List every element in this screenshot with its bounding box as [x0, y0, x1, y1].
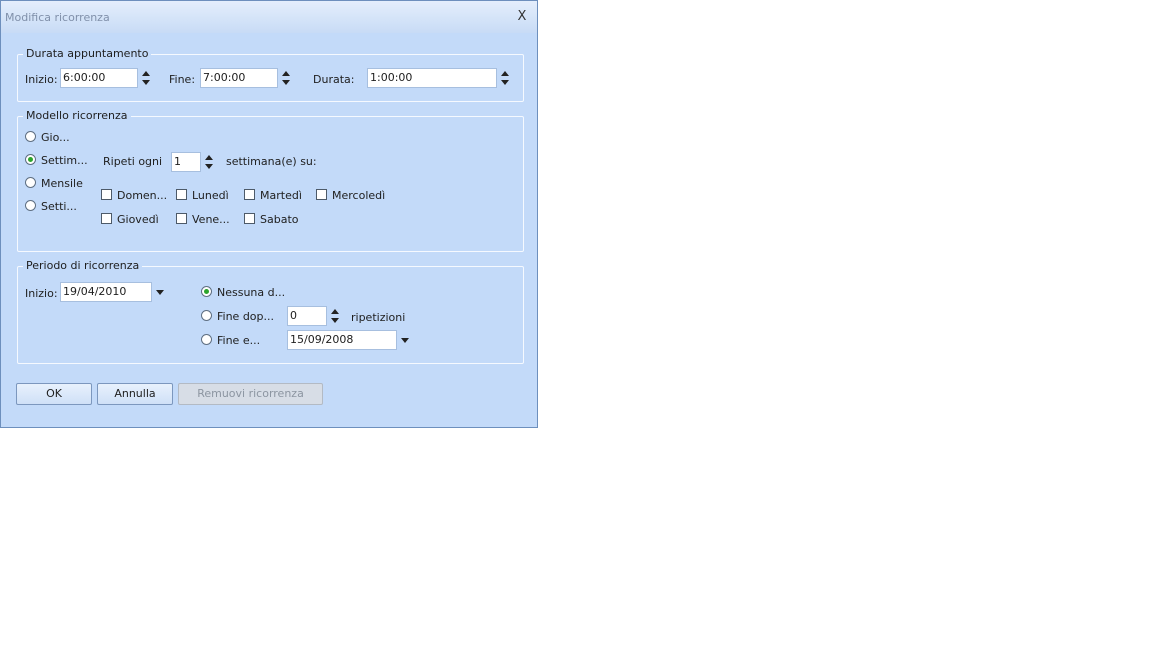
- check-lunedi[interactable]: [176, 189, 187, 200]
- spin-up-icon[interactable]: [282, 71, 290, 76]
- radio-fine-entro-label[interactable]: Fine e...: [217, 334, 260, 347]
- radio-annuale[interactable]: [25, 200, 36, 211]
- spin-up-icon[interactable]: [205, 155, 213, 160]
- periodo-inizio-label: Inizio:: [25, 287, 58, 300]
- check-martedi-label[interactable]: Martedì: [260, 189, 302, 202]
- ripetizioni-input[interactable]: 0: [287, 306, 327, 326]
- durata-durata-spinner[interactable]: [498, 68, 512, 88]
- spin-down-icon[interactable]: [205, 164, 213, 169]
- settimane-label: settimana(e) su:: [226, 155, 317, 168]
- durata-fine-label: Fine:: [169, 73, 196, 86]
- check-martedi[interactable]: [244, 189, 255, 200]
- chevron-down-icon[interactable]: [156, 290, 164, 295]
- durata-fine-input[interactable]: 7:00:00: [200, 68, 278, 88]
- modello-legend: Modello ricorrenza: [23, 109, 131, 122]
- radio-fine-dopo[interactable]: [201, 310, 212, 321]
- durata-legend: Durata appuntamento: [23, 47, 152, 60]
- durata-durata-input[interactable]: 1:00:00: [367, 68, 497, 88]
- check-lunedi-label[interactable]: Lunedì: [192, 189, 229, 202]
- check-domenica-label[interactable]: Domen...: [117, 189, 167, 202]
- radio-settimanale[interactable]: [25, 154, 36, 165]
- ripeti-ogni-input[interactable]: 1: [171, 152, 201, 172]
- radio-giornaliero-label[interactable]: Gio...: [41, 131, 70, 144]
- ripeti-ogni-label: Ripeti ogni: [103, 155, 163, 168]
- radio-nessuna-data[interactable]: [201, 286, 212, 297]
- dialog-title: Modifica ricorrenza: [5, 11, 110, 24]
- spin-down-icon[interactable]: [331, 318, 339, 323]
- spin-down-icon[interactable]: [501, 80, 509, 85]
- spin-down-icon[interactable]: [142, 80, 150, 85]
- annulla-button[interactable]: Annulla: [97, 383, 173, 405]
- periodo-inizio-date[interactable]: 19/04/2010: [60, 282, 152, 302]
- radio-annuale-label[interactable]: Setti...: [41, 200, 77, 213]
- check-sabato[interactable]: [244, 213, 255, 224]
- check-venerdi[interactable]: [176, 213, 187, 224]
- ripetizioni-label: ripetizioni: [351, 311, 406, 324]
- close-icon[interactable]: X: [513, 8, 531, 26]
- durata-inizio-input[interactable]: 6:00:00: [60, 68, 138, 88]
- check-mercoledi[interactable]: [316, 189, 327, 200]
- durata-inizio-spinner[interactable]: [139, 68, 153, 88]
- spin-up-icon[interactable]: [142, 71, 150, 76]
- durata-inizio-label: Inizio:: [25, 73, 58, 86]
- radio-mensile-label[interactable]: Mensile: [41, 177, 83, 190]
- periodo-inizio-dropdown[interactable]: [152, 282, 168, 302]
- ripeti-ogni-spinner[interactable]: [202, 152, 216, 172]
- radio-fine-entro[interactable]: [201, 334, 212, 345]
- check-mercoledi-label[interactable]: Mercoledì: [332, 189, 385, 202]
- durata-durata-label: Durata:: [313, 73, 355, 86]
- radio-giornaliero[interactable]: [25, 131, 36, 142]
- check-sabato-label[interactable]: Sabato: [260, 213, 299, 226]
- check-giovedi-label[interactable]: Giovedì: [117, 213, 159, 226]
- durata-fine-spinner[interactable]: [279, 68, 293, 88]
- radio-mensile[interactable]: [25, 177, 36, 188]
- check-domenica[interactable]: [101, 189, 112, 200]
- spin-up-icon[interactable]: [331, 309, 339, 314]
- ok-button[interactable]: OK: [16, 383, 92, 405]
- radio-settimanale-label[interactable]: Settim...: [41, 154, 88, 167]
- modello-group: [17, 116, 524, 252]
- spin-down-icon[interactable]: [282, 80, 290, 85]
- fine-entro-dropdown[interactable]: [397, 330, 413, 350]
- radio-nessuna-data-label[interactable]: Nessuna d...: [217, 286, 285, 299]
- chevron-down-icon[interactable]: [401, 338, 409, 343]
- ripetizioni-spinner[interactable]: [328, 306, 342, 326]
- spin-up-icon[interactable]: [501, 71, 509, 76]
- rimuovi-ricorrenza-button[interactable]: Remuovi ricorrenza: [178, 383, 323, 405]
- radio-fine-dopo-label[interactable]: Fine dop...: [217, 310, 274, 323]
- periodo-legend: Periodo di ricorrenza: [23, 259, 143, 272]
- check-giovedi[interactable]: [101, 213, 112, 224]
- title-bar[interactable]: Modifica ricorrenza X: [1, 1, 537, 33]
- fine-entro-date[interactable]: 15/09/2008: [287, 330, 397, 350]
- recurrence-dialog: Modifica ricorrenza X Durata appuntament…: [0, 0, 538, 428]
- check-venerdi-label[interactable]: Vene...: [192, 213, 230, 226]
